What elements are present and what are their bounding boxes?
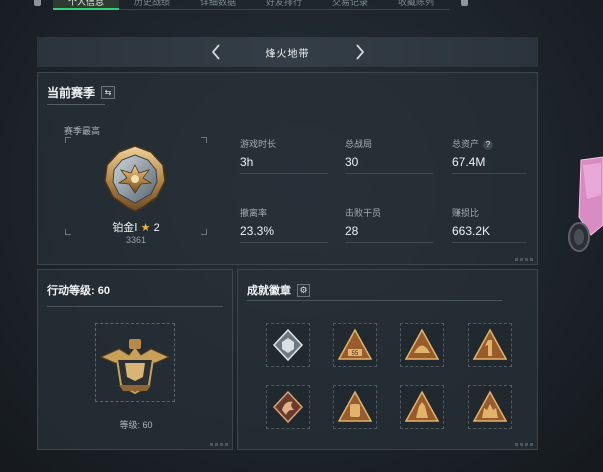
- weapon-skin-preview-icon: [568, 156, 603, 252]
- stat-profit-loss: 赚损比 663.2K: [452, 206, 526, 243]
- badge-warrior-icon[interactable]: [400, 385, 444, 429]
- tab-trades[interactable]: 交易记录: [317, 0, 383, 10]
- tab-details[interactable]: 详细数据: [185, 0, 251, 10]
- next-mode-button[interactable]: [343, 37, 377, 67]
- stat-total-assets: 总资产? 67.4M: [452, 137, 526, 174]
- top-tabs: 个人信息 历史战绩 详细数据 好友排行 交易记录 收藏陈列: [34, 0, 468, 10]
- tab-collection[interactable]: 收藏陈列: [383, 0, 449, 10]
- badge-dragon-icon[interactable]: [266, 385, 310, 429]
- rank-score: 3361: [125, 235, 147, 245]
- level-emblem-frame: [95, 323, 175, 402]
- badge-diamond-icon[interactable]: [266, 323, 310, 367]
- season-panel: 当前赛季 ⇆ 赛季最高 铂金Ⅰ ★ 2 3361 游戏时长 3h 总战局 30 …: [37, 72, 538, 265]
- tab-right-icon[interactable]: [461, 0, 468, 6]
- chevron-left-icon: [211, 44, 220, 60]
- divider: [47, 104, 105, 105]
- mode-selector: 烽火地带: [37, 37, 538, 67]
- tab-left-icon[interactable]: [34, 0, 41, 6]
- swap-icon[interactable]: ⇆: [101, 86, 116, 99]
- level-emblem-icon: [99, 339, 171, 395]
- divider: [247, 300, 502, 301]
- star-icon: ★: [140, 222, 151, 234]
- achievements-panel: 成就徽章 ⚙ 55: [237, 269, 538, 450]
- achievements-title: 成就徽章: [247, 285, 291, 297]
- stat-total-matches: 总战局 30: [345, 137, 433, 174]
- badge-pack-icon[interactable]: [333, 385, 377, 429]
- season-title: 当前赛季: [47, 86, 96, 100]
- level-text: 等级: 60: [119, 420, 153, 430]
- mode-title: 烽火地带: [265, 48, 310, 60]
- help-icon[interactable]: ?: [483, 140, 494, 150]
- badge-number-one-icon[interactable]: [468, 323, 512, 367]
- badge-soldiers-icon[interactable]: [468, 385, 512, 429]
- tab-profile[interactable]: 个人信息: [53, 0, 119, 10]
- season-best-label: 赛季最高: [64, 126, 101, 136]
- rank-name: 铂金Ⅰ ★ 2: [112, 222, 160, 234]
- badge-55-icon[interactable]: 55: [333, 323, 377, 367]
- stat-extraction-rate: 撤离率 23.3%: [240, 206, 328, 243]
- stat-operators-defeated: 击败干员 28: [345, 206, 433, 243]
- rank-frame: 铂金Ⅰ ★ 2 3361: [65, 137, 207, 245]
- stat-playtime: 游戏时长 3h: [240, 137, 328, 174]
- gear-icon[interactable]: ⚙: [297, 283, 310, 297]
- svg-text:55: 55: [352, 351, 359, 357]
- badge-helmet-icon[interactable]: [400, 323, 444, 367]
- level-title: 行动等级: 60: [47, 285, 110, 297]
- platinum-rank-icon: [104, 145, 166, 212]
- tab-friends[interactable]: 好友排行: [251, 0, 317, 10]
- tab-history[interactable]: 历史战绩: [119, 0, 185, 10]
- level-panel: 行动等级: 60 等级: 60: [37, 269, 233, 450]
- divider: [47, 306, 223, 307]
- chevron-right-icon: [355, 44, 364, 60]
- prev-mode-button[interactable]: [199, 37, 233, 67]
